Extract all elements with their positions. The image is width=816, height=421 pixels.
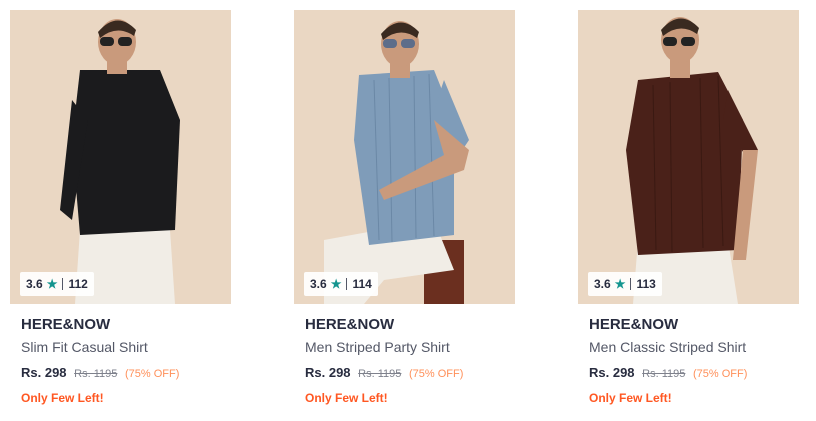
product-discount: (75% OFF) [693,368,748,380]
product-name: Men Classic Striped Shirt [589,339,747,355]
star-icon: ★ [614,277,626,291]
product-mrp: Rs. 1195 [358,368,402,380]
product-card[interactable]: 3.6 ★ 112 HERE&NOW Slim Fit Casual Shirt… [10,10,231,405]
product-price: Rs. 298 [21,365,67,380]
model-photo [294,10,515,304]
divider [62,278,64,290]
product-name: Men Striped Party Shirt [305,339,450,355]
stock-alert: Only Few Left! [21,391,104,405]
product-mrp: Rs. 1195 [74,368,118,380]
product-image[interactable]: 3.6 ★ 112 [10,10,231,304]
price-row: Rs. 298 Rs. 1195 (75% OFF) [305,365,515,382]
product-brand: HERE&NOW [589,316,679,333]
rating-value: 3.6 [594,277,611,291]
product-brand: HERE&NOW [305,316,395,333]
product-image[interactable]: 3.6 ★ 114 [294,10,515,304]
product-discount: (75% OFF) [125,368,180,380]
review-count: 114 [352,277,372,291]
star-icon: ★ [46,277,58,291]
stock-alert: Only Few Left! [589,391,672,405]
model-photo [10,10,231,304]
rating-badge: 3.6 ★ 114 [304,272,378,296]
product-price: Rs. 298 [305,365,351,380]
divider [630,278,632,290]
stock-alert: Only Few Left! [305,391,388,405]
product-card[interactable]: 3.6 ★ 113 HERE&NOW Men Classic Striped S… [578,10,799,405]
star-icon: ★ [330,277,342,291]
product-name: Slim Fit Casual Shirt [21,339,148,355]
product-brand: HERE&NOW [21,316,111,333]
product-price: Rs. 298 [589,365,635,380]
rating-badge: 3.6 ★ 112 [20,272,94,296]
divider [346,278,348,290]
price-row: Rs. 298 Rs. 1195 (75% OFF) [589,365,799,382]
price-row: Rs. 298 Rs. 1195 (75% OFF) [21,365,231,382]
product-mrp: Rs. 1195 [642,368,686,380]
rating-value: 3.6 [310,277,327,291]
product-discount: (75% OFF) [409,368,464,380]
review-count: 113 [636,277,656,291]
rating-value: 3.6 [26,277,43,291]
review-count: 112 [68,277,88,291]
model-photo [578,10,799,304]
product-card[interactable]: 3.6 ★ 114 HERE&NOW Men Striped Party Shi… [294,10,515,405]
product-image[interactable]: 3.6 ★ 113 [578,10,799,304]
rating-badge: 3.6 ★ 113 [588,272,662,296]
